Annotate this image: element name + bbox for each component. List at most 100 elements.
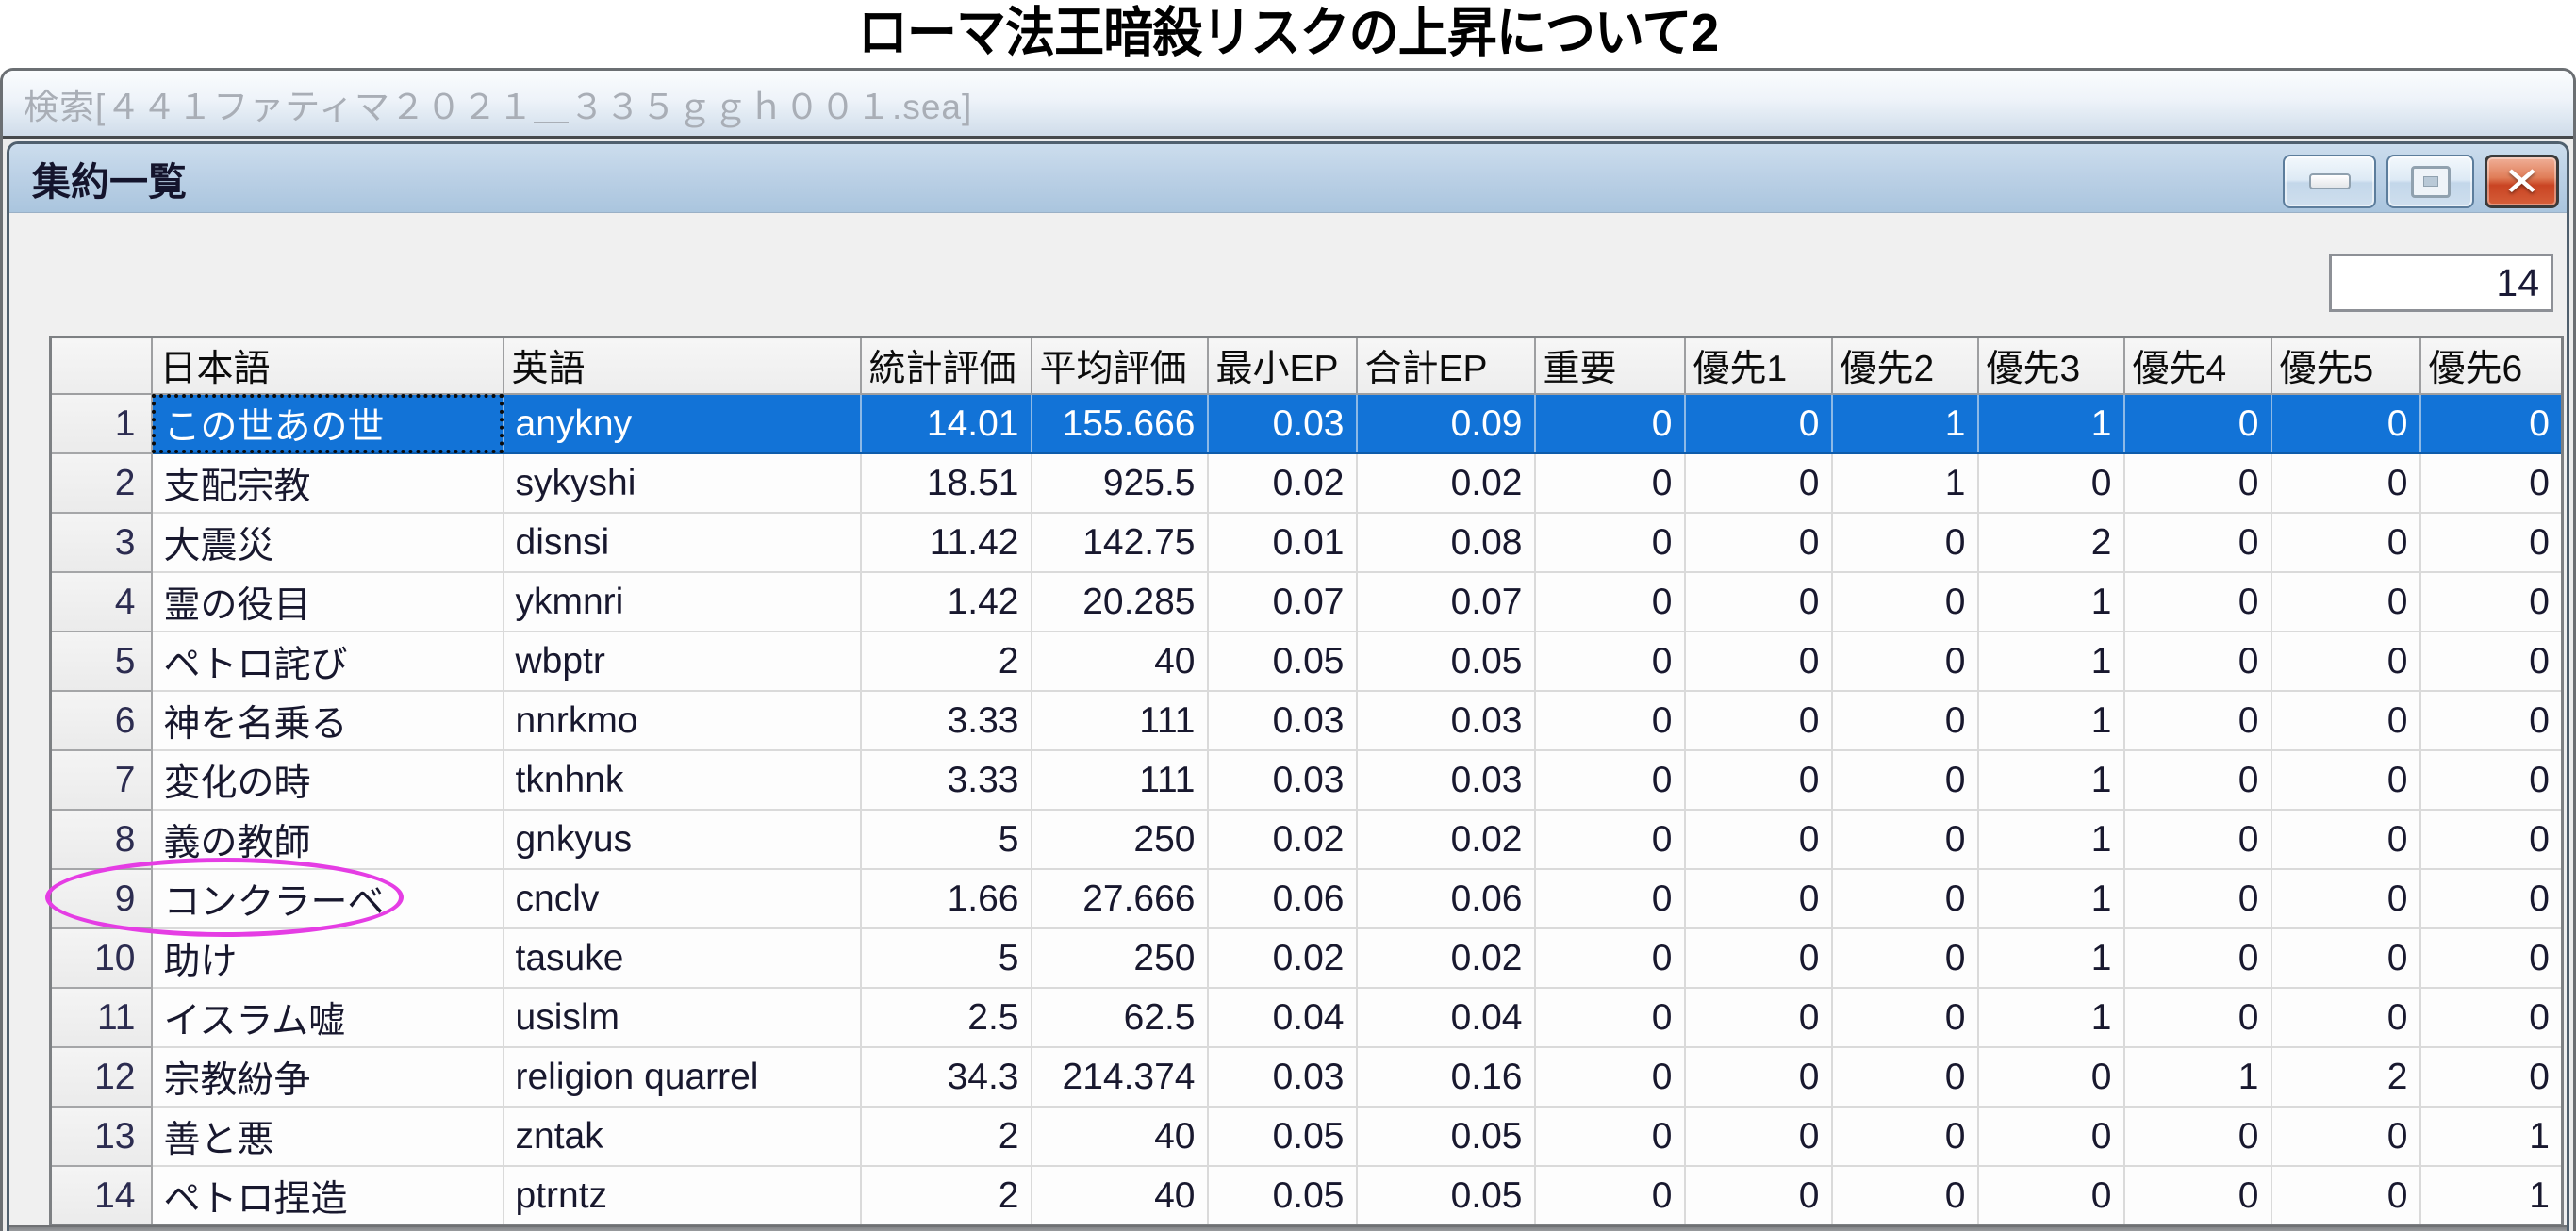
cell-priority-1[interactable]: 0 xyxy=(1685,988,1832,1047)
cell-priority-5[interactable]: 0 xyxy=(2271,572,2420,632)
cell-english[interactable]: disnsi xyxy=(504,513,861,572)
cell-english[interactable]: anykny xyxy=(504,394,861,453)
cell-avg-eval[interactable]: 111 xyxy=(1032,750,1208,810)
cell-avg-eval[interactable]: 40 xyxy=(1032,1166,1208,1226)
cell-rownum[interactable]: 10 xyxy=(51,928,152,988)
cell-min-ep[interactable]: 0.06 xyxy=(1208,869,1357,928)
cell-stat-eval[interactable]: 14.01 xyxy=(861,394,1032,453)
cell-total-ep[interactable]: 0.05 xyxy=(1357,632,1535,691)
cell-priority-4[interactable]: 0 xyxy=(2124,1166,2271,1226)
cell-priority-1[interactable]: 0 xyxy=(1685,691,1832,750)
cell-important[interactable]: 0 xyxy=(1535,513,1685,572)
cell-japanese[interactable]: 霊の役目 xyxy=(152,572,504,632)
cell-priority-1[interactable]: 0 xyxy=(1685,869,1832,928)
cell-priority-1[interactable]: 0 xyxy=(1685,453,1832,513)
cell-priority-3[interactable]: 0 xyxy=(1978,453,2124,513)
cell-priority-4[interactable]: 0 xyxy=(2124,810,2271,869)
cell-priority-3[interactable]: 0 xyxy=(1978,1166,2124,1226)
cell-important[interactable]: 0 xyxy=(1535,1166,1685,1226)
close-button[interactable]: ✕ xyxy=(2485,155,2559,208)
column-header-priority-4[interactable]: 優先4 xyxy=(2124,337,2271,395)
cell-priority-4[interactable]: 0 xyxy=(2124,1107,2271,1166)
cell-avg-eval[interactable]: 925.5 xyxy=(1032,453,1208,513)
cell-priority-3[interactable]: 1 xyxy=(1978,632,2124,691)
cell-priority-5[interactable]: 0 xyxy=(2271,928,2420,988)
cell-rownum[interactable]: 2 xyxy=(51,453,152,513)
cell-stat-eval[interactable]: 2 xyxy=(861,632,1032,691)
cell-priority-4[interactable]: 0 xyxy=(2124,513,2271,572)
cell-priority-5[interactable]: 0 xyxy=(2271,810,2420,869)
cell-priority-5[interactable]: 2 xyxy=(2271,1047,2420,1107)
cell-stat-eval[interactable]: 34.3 xyxy=(861,1047,1032,1107)
column-header-rownum[interactable] xyxy=(51,337,152,395)
cell-japanese[interactable]: 義の教師 xyxy=(152,810,504,869)
cell-stat-eval[interactable]: 11.42 xyxy=(861,513,1032,572)
cell-important[interactable]: 0 xyxy=(1535,453,1685,513)
cell-priority-5[interactable]: 0 xyxy=(2271,988,2420,1047)
cell-priority-4[interactable]: 0 xyxy=(2124,928,2271,988)
cell-rownum[interactable]: 5 xyxy=(51,632,152,691)
cell-japanese[interactable]: 助け xyxy=(152,928,504,988)
cell-important[interactable]: 0 xyxy=(1535,869,1685,928)
cell-priority-4[interactable]: 0 xyxy=(2124,394,2271,453)
cell-important[interactable]: 0 xyxy=(1535,632,1685,691)
cell-priority-1[interactable]: 0 xyxy=(1685,1166,1832,1226)
cell-priority-5[interactable]: 0 xyxy=(2271,394,2420,453)
cell-priority-1[interactable]: 0 xyxy=(1685,810,1832,869)
column-header-avg-eval[interactable]: 平均評価 xyxy=(1032,337,1208,395)
cell-priority-6[interactable]: 1 xyxy=(2420,1107,2563,1166)
cell-priority-2[interactable]: 0 xyxy=(1832,928,1978,988)
cell-english[interactable]: wbptr xyxy=(504,632,861,691)
cell-min-ep[interactable]: 0.07 xyxy=(1208,572,1357,632)
cell-priority-3[interactable]: 2 xyxy=(1978,513,2124,572)
column-header-important[interactable]: 重要 xyxy=(1535,337,1685,395)
restore-button[interactable] xyxy=(2386,155,2474,208)
cell-priority-4[interactable]: 0 xyxy=(2124,988,2271,1047)
cell-total-ep[interactable]: 0.06 xyxy=(1357,869,1535,928)
cell-rownum[interactable]: 11 xyxy=(51,988,152,1047)
cell-priority-2[interactable]: 0 xyxy=(1832,1047,1978,1107)
cell-japanese[interactable]: 神を名乗る xyxy=(152,691,504,750)
cell-priority-6[interactable]: 0 xyxy=(2420,988,2563,1047)
cell-priority-2[interactable]: 0 xyxy=(1832,632,1978,691)
cell-priority-2[interactable]: 0 xyxy=(1832,750,1978,810)
column-header-priority-6[interactable]: 優先6 xyxy=(2420,337,2563,395)
cell-stat-eval[interactable]: 3.33 xyxy=(861,750,1032,810)
cell-priority-2[interactable]: 0 xyxy=(1832,1166,1978,1226)
cell-priority-5[interactable]: 0 xyxy=(2271,691,2420,750)
cell-english[interactable]: nnrkmo xyxy=(504,691,861,750)
cell-avg-eval[interactable]: 111 xyxy=(1032,691,1208,750)
app-window-titlebar[interactable]: 検索[４４１ファティマ２０２１＿３３５ｇｇｈ００１.sea] xyxy=(3,71,2573,139)
cell-japanese[interactable]: 善と悪 xyxy=(152,1107,504,1166)
cell-priority-3[interactable]: 1 xyxy=(1978,691,2124,750)
cell-stat-eval[interactable]: 2 xyxy=(861,1166,1032,1226)
column-header-priority-5[interactable]: 優先5 xyxy=(2271,337,2420,395)
cell-priority-2[interactable]: 1 xyxy=(1832,394,1978,453)
cell-priority-1[interactable]: 0 xyxy=(1685,928,1832,988)
cell-rownum[interactable]: 14 xyxy=(51,1166,152,1226)
cell-total-ep[interactable]: 0.02 xyxy=(1357,453,1535,513)
cell-priority-4[interactable]: 0 xyxy=(2124,572,2271,632)
record-count-field[interactable]: 14 xyxy=(2329,254,2553,312)
cell-rownum[interactable]: 13 xyxy=(51,1107,152,1166)
cell-avg-eval[interactable]: 142.75 xyxy=(1032,513,1208,572)
cell-stat-eval[interactable]: 3.33 xyxy=(861,691,1032,750)
cell-priority-2[interactable]: 0 xyxy=(1832,869,1978,928)
column-header-total-ep[interactable]: 合計EP xyxy=(1357,337,1535,395)
cell-japanese[interactable]: 宗教紛争 xyxy=(152,1047,504,1107)
cell-total-ep[interactable]: 0.07 xyxy=(1357,572,1535,632)
cell-priority-3[interactable]: 1 xyxy=(1978,750,2124,810)
horizontal-scrollbar[interactable] xyxy=(9,1225,2567,1231)
cell-priority-4[interactable]: 0 xyxy=(2124,632,2271,691)
cell-english[interactable]: tknhnk xyxy=(504,750,861,810)
cell-total-ep[interactable]: 0.02 xyxy=(1357,810,1535,869)
cell-min-ep[interactable]: 0.03 xyxy=(1208,394,1357,453)
cell-english[interactable]: gnkyus xyxy=(504,810,861,869)
cell-important[interactable]: 0 xyxy=(1535,1047,1685,1107)
summary-list-titlebar[interactable]: 集約一覧 ✕ xyxy=(9,144,2567,213)
cell-priority-3[interactable]: 1 xyxy=(1978,869,2124,928)
cell-rownum[interactable]: 9 xyxy=(51,869,152,928)
cell-min-ep[interactable]: 0.02 xyxy=(1208,453,1357,513)
cell-important[interactable]: 0 xyxy=(1535,572,1685,632)
cell-avg-eval[interactable]: 62.5 xyxy=(1032,988,1208,1047)
